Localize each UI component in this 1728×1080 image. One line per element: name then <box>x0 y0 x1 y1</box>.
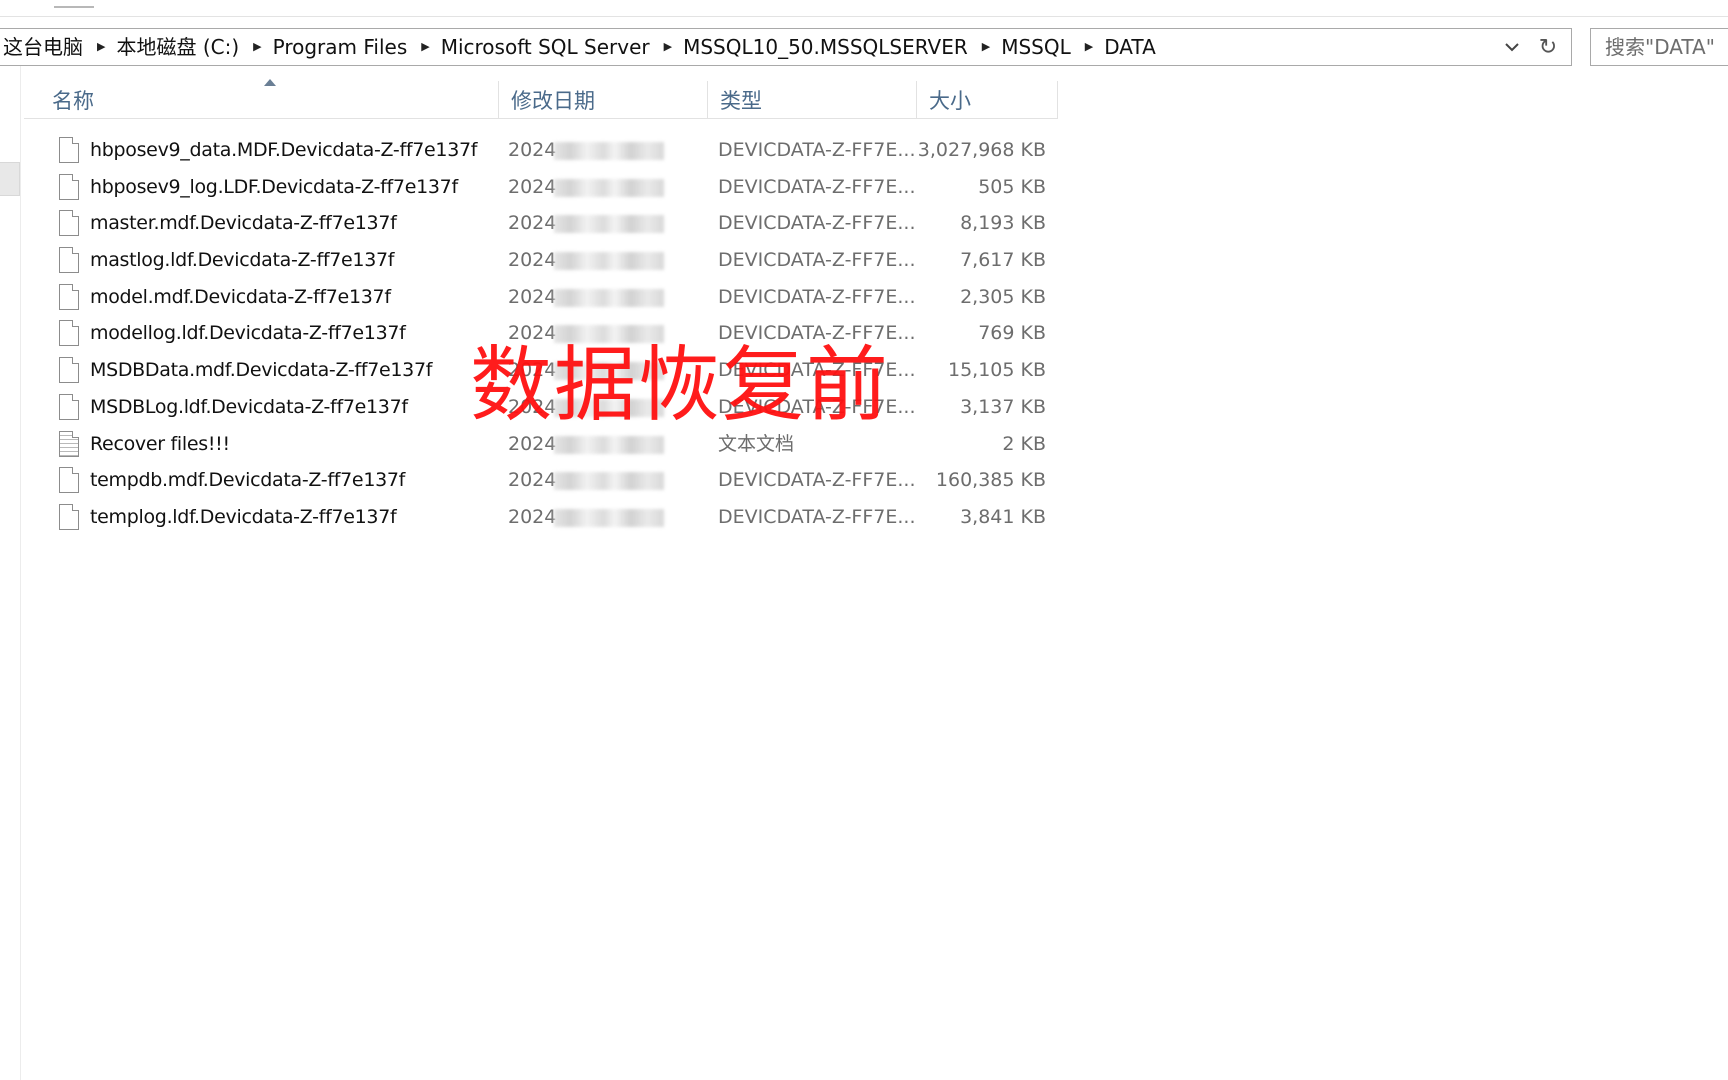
breadcrumb-separator-icon[interactable]: ▶ <box>87 29 112 65</box>
redacted-date-blur <box>554 142 664 160</box>
redacted-date-blur <box>554 508 664 527</box>
address-bar[interactable]: 这台电脑 ▶ 本地磁盘 (C:) ▶ Program Files ▶ Micro… <box>0 28 1572 66</box>
column-header-type[interactable]: 类型 <box>708 81 917 119</box>
file-icon <box>59 283 79 310</box>
file-name: master.mdf.Devicdata-Z-ff7e137f <box>90 212 397 235</box>
file-size: 769 KB <box>978 322 1046 345</box>
file-name: model.mdf.Devicdata-Z-ff7e137f <box>90 285 391 308</box>
file-type: DEVICDATA-Z-FF7E... <box>718 139 916 161</box>
file-row[interactable]: tempdb.mdf.Devicdata-Z-ff7e137f 2024 DEV… <box>24 462 1058 499</box>
redacted-date-blur <box>554 288 664 307</box>
breadcrumb-separator-icon[interactable]: ▶ <box>243 29 268 65</box>
column-header-name[interactable]: 名称 <box>24 79 499 119</box>
breadcrumb-item-sql-server[interactable]: Microsoft SQL Server <box>437 29 654 65</box>
file-date: 2024 <box>508 139 557 161</box>
file-size: 15,105 KB <box>947 359 1046 382</box>
file-icon <box>59 173 79 200</box>
file-type: DEVICDATA-Z-FF7E... <box>718 469 916 492</box>
file-row[interactable]: templog.ldf.Devicdata-Z-ff7e137f 2024 DE… <box>24 499 1058 536</box>
file-row[interactable]: mastlog.ldf.Devicdata-Z-ff7e137f 2024 DE… <box>24 242 1058 279</box>
file-icon <box>59 137 79 163</box>
navigation-pane[interactable] <box>0 66 21 1080</box>
redacted-date-blur <box>554 435 664 454</box>
file-size: 7,617 KB <box>960 249 1046 272</box>
file-type: DEVICDATA-Z-FF7E... <box>718 285 916 308</box>
column-header-type-label: 类型 <box>720 89 762 113</box>
file-name: modellog.ldf.Devicdata-Z-ff7e137f <box>90 322 406 345</box>
file-size: 2,305 KB <box>960 285 1046 308</box>
redacted-date-blur <box>554 178 664 197</box>
breadcrumb-item-instance[interactable]: MSSQL10_50.MSSQLSERVER <box>679 29 972 65</box>
ribbon-tab-fragment <box>54 0 94 8</box>
column-header-size[interactable]: 大小 <box>917 81 1058 119</box>
file-size: 3,841 KB <box>960 505 1046 528</box>
navigation-pane-selected-item[interactable] <box>0 162 20 196</box>
column-header-row: 名称 修改日期 类型 大小 <box>24 79 1058 119</box>
chevron-down-icon <box>1505 43 1519 52</box>
file-name: tempdb.mdf.Devicdata-Z-ff7e137f <box>90 469 406 492</box>
breadcrumb-item-data[interactable]: DATA <box>1100 29 1160 65</box>
file-type: DEVICDATA-Z-FF7E... <box>718 505 916 528</box>
file-date: 2024 <box>508 175 557 198</box>
file-name: MSDBLog.ldf.Devicdata-Z-ff7e137f <box>90 395 408 418</box>
file-name: hbposev9_data.MDF.Devicdata-Z-ff7e137f <box>90 139 478 161</box>
address-history-button[interactable] <box>1495 29 1529 65</box>
file-size: 160,385 KB <box>935 469 1046 492</box>
file-date: 2024 <box>508 505 557 528</box>
file-name: templog.ldf.Devicdata-Z-ff7e137f <box>90 505 397 528</box>
file-name: mastlog.ldf.Devicdata-Z-ff7e137f <box>90 249 395 272</box>
file-icon <box>59 210 79 237</box>
file-size: 505 KB <box>978 175 1046 198</box>
file-icon <box>59 467 79 494</box>
file-size: 3,027,968 KB <box>917 139 1046 161</box>
breadcrumb: 这台电脑 ▶ 本地磁盘 (C:) ▶ Program Files ▶ Micro… <box>0 29 1160 65</box>
file-row[interactable]: model.mdf.Devicdata-Z-ff7e137f 2024 DEVI… <box>24 279 1058 316</box>
column-header-name-label: 名称 <box>52 89 94 113</box>
file-row[interactable]: hbposev9_log.LDF.Devicdata-Z-ff7e137f 20… <box>24 169 1058 206</box>
file-date: 2024 <box>508 469 557 492</box>
file-row[interactable]: master.mdf.Devicdata-Z-ff7e137f 2024 DEV… <box>24 205 1058 242</box>
column-header-size-label: 大小 <box>929 89 971 113</box>
refresh-icon: ↻ <box>1538 34 1558 60</box>
file-row[interactable]: hbposev9_data.MDF.Devicdata-Z-ff7e137f 2… <box>24 132 1058 169</box>
breadcrumb-separator-icon[interactable]: ▶ <box>411 29 436 65</box>
breadcrumb-separator-icon[interactable]: ▶ <box>972 29 997 65</box>
breadcrumb-item-program-files[interactable]: Program Files <box>269 29 412 65</box>
redacted-date-blur <box>554 472 664 491</box>
search-placeholder: 搜索"DATA" <box>1605 35 1715 59</box>
file-icon <box>59 320 79 347</box>
file-type: DEVICDATA-Z-FF7E... <box>718 249 916 272</box>
file-date: 2024 <box>508 285 557 308</box>
file-name: hbposev9_log.LDF.Devicdata-Z-ff7e137f <box>90 175 458 198</box>
file-size: 8,193 KB <box>960 212 1046 235</box>
file-icon <box>59 393 79 420</box>
file-date: 2024 <box>508 212 557 235</box>
file-date: 2024 <box>508 249 557 272</box>
file-type: DEVICDATA-Z-FF7E... <box>718 212 916 235</box>
breadcrumb-separator-icon[interactable]: ▶ <box>654 29 679 65</box>
breadcrumb-separator-icon[interactable]: ▶ <box>1075 29 1100 65</box>
file-icon <box>59 357 79 384</box>
text-file-icon <box>59 430 79 457</box>
file-icon <box>59 503 79 530</box>
file-name: MSDBData.mdf.Devicdata-Z-ff7e137f <box>90 359 433 382</box>
file-size: 3,137 KB <box>960 395 1046 418</box>
breadcrumb-item-local-disk[interactable]: 本地磁盘 (C:) <box>112 29 243 65</box>
file-name: Recover files!!! <box>90 432 230 455</box>
watermark-text: 数据恢复前 <box>470 338 891 433</box>
file-icon <box>59 247 79 274</box>
breadcrumb-item-mssql[interactable]: MSSQL <box>997 29 1075 65</box>
search-input[interactable]: 搜索"DATA" <box>1590 28 1728 66</box>
window-top-strip <box>0 0 1728 17</box>
column-header-date-label: 修改日期 <box>511 89 595 113</box>
column-header-date[interactable]: 修改日期 <box>499 81 708 119</box>
file-type: DEVICDATA-Z-FF7E... <box>718 175 916 198</box>
sort-ascending-icon <box>264 79 276 86</box>
redacted-date-blur <box>554 252 664 271</box>
file-size: 2 KB <box>1002 432 1046 455</box>
refresh-button[interactable]: ↻ <box>1531 29 1565 65</box>
redacted-date-blur <box>554 215 664 234</box>
breadcrumb-item-this-pc[interactable]: 这台电脑 <box>0 29 87 65</box>
